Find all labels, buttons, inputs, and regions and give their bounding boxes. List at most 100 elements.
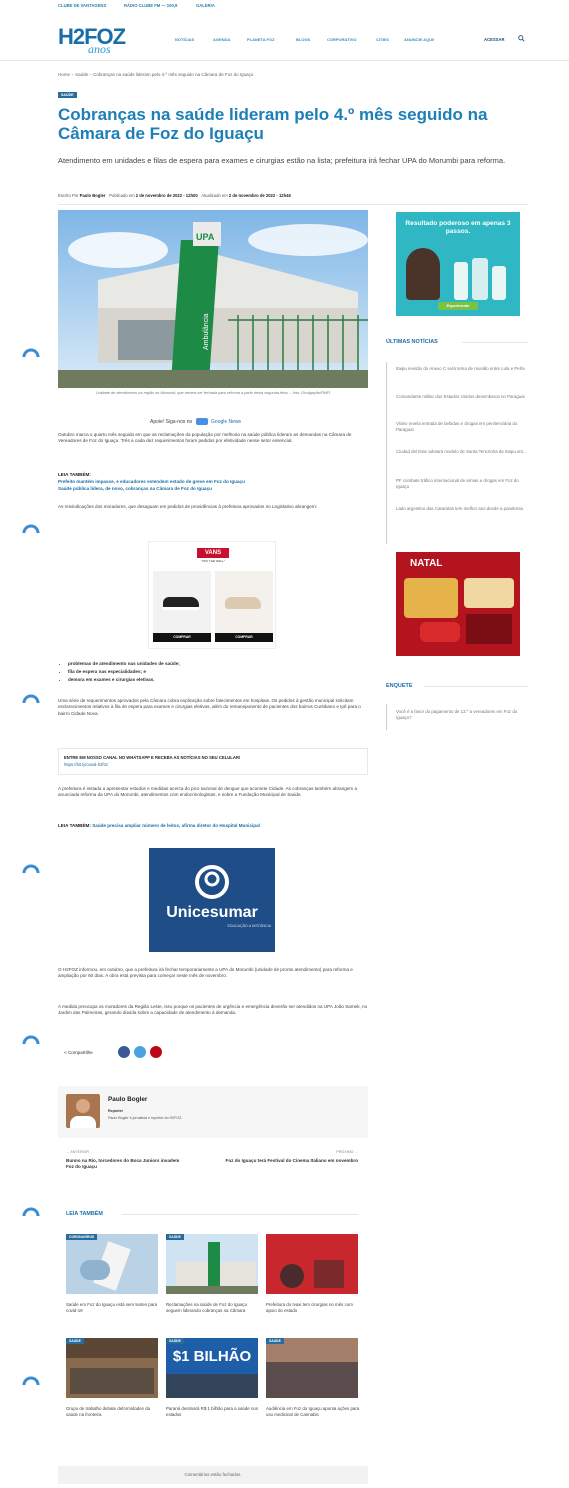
related-title: LEIA TAMBÉM — [66, 1211, 103, 1217]
related-caption-1[interactable]: Saúde em Foz do Iguaçu está sem testes p… — [66, 1302, 162, 1314]
vans-buy-button-2[interactable]: COMPRAR — [215, 633, 273, 642]
nav-corporativo[interactable]: CORPORATIVO — [327, 37, 356, 42]
related-caption-2[interactable]: Reclamações na saúde de Foz do Iguaçu se… — [166, 1302, 262, 1314]
author-box-bio: Paulo Bogler é jornalista e repórter do … — [108, 1116, 183, 1120]
article-title: Cobranças na saúde lideram pelo 4.º mês … — [58, 105, 488, 143]
chat-bubble-icon[interactable] — [22, 1031, 40, 1045]
vans-product-1[interactable] — [153, 571, 211, 633]
meta-divider — [58, 204, 528, 205]
updated-date: 2 de novembro de 2022 - 12h46 — [228, 193, 291, 198]
facebook-share-icon[interactable] — [118, 1046, 130, 1058]
svg-text:UPA: UPA — [196, 232, 215, 242]
topbar-link-clube[interactable]: CLUBE DE VANTAGENS — [58, 3, 106, 8]
search-icon[interactable] — [518, 35, 525, 42]
related-image-6[interactable] — [266, 1338, 358, 1398]
latest-news-item[interactable]: Vídeo revela entrada de bebidas e drogas… — [396, 421, 530, 433]
nav-anuncie[interactable]: ANUNCIE AQUI! — [404, 37, 435, 42]
related-caption-4[interactable]: Grupo de trabalho debate deformidades da… — [66, 1406, 162, 1418]
google-news-icon — [195, 418, 208, 425]
share-bar: < Compartilhe — [64, 1050, 93, 1055]
related-image-3[interactable] — [266, 1234, 358, 1294]
latest-news-item[interactable]: Ciudad del Este adotará modelo de Santa … — [396, 449, 530, 455]
chat-bubble-icon[interactable] — [22, 690, 40, 704]
read-also-link-2[interactable]: Saúde pública lidera, de novo, cobranças… — [58, 486, 368, 492]
follow-google-news: Apoie! Siga-nos no Google News — [150, 418, 241, 425]
related-banner-text: $1 BILHÃO — [172, 1348, 252, 1365]
comments-closed: Comentários estão fechados. — [58, 1466, 368, 1484]
latest-news-item[interactable]: Itaipu revisão do Anexo C será tema de r… — [396, 366, 530, 372]
next-post-title[interactable]: Foz do Iguaçu terá Festival do Cinema It… — [214, 1158, 358, 1164]
chat-bubble-icon[interactable] — [22, 344, 40, 358]
author-avatar[interactable] — [66, 1094, 100, 1128]
related-tag-4[interactable]: SAÚDE — [66, 1338, 84, 1344]
paragraph-5: O H2FOZ informou, em outubro, que a pref… — [58, 967, 353, 979]
unicesumar-wordmark: Unicesumar — [166, 904, 258, 921]
related-tag-5[interactable]: SAÚDE — [166, 1338, 184, 1344]
breadcrumb-current: Cobranças na saúde lideram pelo 4.º mês … — [93, 72, 254, 77]
related-tag-2[interactable]: SAÚDE — [166, 1234, 184, 1240]
related-tag-6[interactable]: SAÚDE — [266, 1338, 284, 1344]
latest-news-title: ÚLTIMAS NOTÍCIAS — [386, 339, 438, 345]
article-meta: Escrito Por Paulo Bogler · Publicado em … — [58, 193, 291, 198]
related-image-4[interactable] — [66, 1338, 158, 1398]
related-image-1[interactable] — [66, 1234, 158, 1294]
poll-question[interactable]: Você é a favor do pagamento de 13.º a ve… — [396, 709, 530, 721]
login-link[interactable]: ACESSAR — [484, 37, 504, 42]
nav-cities[interactable]: CITIES — [376, 37, 389, 42]
latest-news-item[interactable]: Comandante militar dos Estados Unidos de… — [396, 394, 530, 400]
latest-news-item[interactable]: PF combate tráfico internacional de arma… — [396, 478, 530, 490]
site-logo[interactable]: H2FOZ anos — [58, 22, 138, 56]
prev-post-title[interactable]: Bunno na Rio, torcedores do Boca Juniors… — [66, 1158, 186, 1170]
poll-divider — [424, 686, 528, 687]
nav-planeta-foz[interactable]: PLANETA FOZ — [247, 37, 275, 42]
chat-bubble-icon[interactable] — [22, 860, 40, 874]
nav-noticias[interactable]: NOTÍCIAS — [175, 37, 194, 42]
twitter-share-icon[interactable] — [134, 1046, 146, 1058]
vans-product-2[interactable] — [215, 571, 273, 633]
breadcrumb-home[interactable]: Home — [58, 72, 70, 77]
prev-post-label[interactable]: ← ANTERIOR — [66, 1150, 89, 1154]
chat-bubble-icon[interactable] — [22, 1203, 40, 1217]
read-also-link-1[interactable]: Prefeito mantém impasse, e educadores es… — [58, 479, 368, 485]
latest-news-item[interactable]: Lado argentino das Cataratas tem melhor … — [396, 506, 530, 512]
related-caption-3[interactable]: Prefeitura do Ivaxi tem cirurgias no mês… — [266, 1302, 362, 1314]
natal-title: NATAL — [410, 558, 443, 569]
sidebar-ad-title: Resultado poderoso em apenas 3 passos. — [405, 220, 511, 235]
unicesumar-ad[interactable]: Unicesumar EDUCAÇÃO A DISTÂNCIA — [149, 848, 275, 952]
header-divider — [0, 60, 569, 61]
author-box-name[interactable]: Paulo Bogler — [108, 1096, 147, 1103]
paragraph-4: A prefeitura é instada a apresentar estu… — [58, 786, 358, 798]
breadcrumb-sep: » — [89, 72, 92, 77]
category-badge[interactable]: SAÚDE — [58, 92, 77, 98]
unicesumar-logo-icon — [195, 865, 229, 899]
related-image-5[interactable]: $1 BILHÃO — [166, 1338, 258, 1398]
nav-blogs[interactable]: BLOGS — [296, 37, 310, 42]
published-label: Publicado em — [109, 193, 135, 198]
nav-agenda[interactable]: AGENDA — [213, 37, 230, 42]
topbar-link-radio[interactable]: RÁDIO CLUBE FM — 100,9 — [124, 3, 177, 8]
chat-bubble-icon[interactable] — [22, 1372, 40, 1386]
breadcrumb-sep: » — [71, 72, 74, 77]
pinterest-share-icon[interactable] — [150, 1046, 162, 1058]
sidebar-ad-button[interactable]: Experimente — [438, 302, 478, 310]
vans-ad[interactable]: VANS "OFF THE WALL" COMPRAR COMPRAR — [148, 541, 276, 649]
related-caption-5[interactable]: Paraná destinará R$ 1 bilhão para a saúd… — [166, 1406, 262, 1418]
related-tag-1[interactable]: CORONAVÍRUS — [66, 1234, 98, 1240]
breadcrumb-section[interactable]: Saúde — [75, 72, 88, 77]
natal-ad[interactable]: NATAL — [396, 552, 520, 656]
sidebar-ad[interactable]: Resultado poderoso em apenas 3 passos. E… — [396, 212, 520, 316]
breadcrumb: Home » Saúde » Cobranças na saúde lidera… — [58, 72, 253, 77]
google-news-link[interactable]: Google News — [211, 419, 241, 425]
related-caption-6[interactable]: Audiência em Foz do Iguaçu aponta ações … — [266, 1406, 362, 1418]
topbar-link-galeria[interactable]: GALERIA — [196, 3, 215, 8]
author-name[interactable]: Paulo Bogler — [80, 193, 106, 198]
whatsapp-link[interactable]: https://bit.ly/canal-h2foz — [64, 762, 362, 767]
author-box: Paulo Bogler Repórter Paulo Bogler é jor… — [58, 1086, 368, 1138]
svg-text:Ambulância: Ambulância — [203, 313, 210, 350]
related-image-2[interactable] — [166, 1234, 258, 1294]
read-also-link-3[interactable]: Saúde precisa ampliar número de leitos, … — [92, 823, 260, 828]
chat-bubble-icon[interactable] — [22, 520, 40, 534]
next-post-label[interactable]: PRÓXIMO → — [248, 1150, 358, 1154]
vans-tagline: "OFF THE WALL" — [201, 559, 225, 563]
vans-buy-button-1[interactable]: COMPRAR — [153, 633, 211, 642]
